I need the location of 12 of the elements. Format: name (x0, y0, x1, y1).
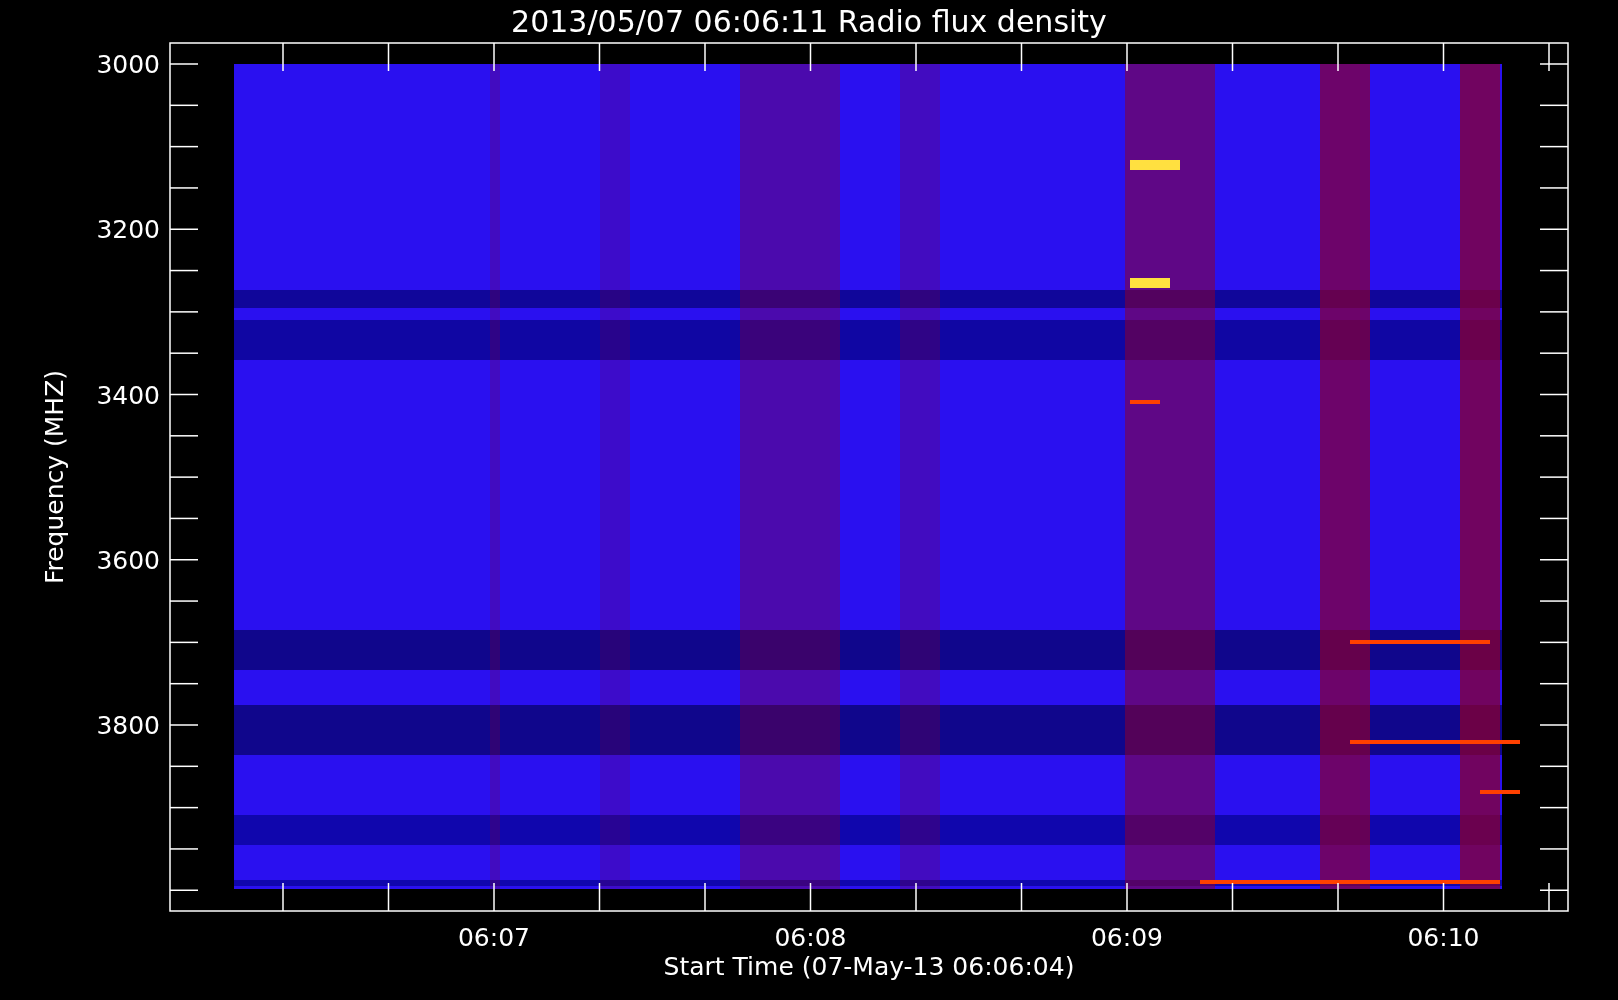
chart-title: 2013/05/07 06:06:11 Radio flux density (511, 4, 1107, 39)
x-tick-label: 06:07 (458, 923, 530, 952)
y-tick-label: 3600 (96, 545, 160, 575)
x-axis-title: Start Time (07-May-13 06:06:04) (663, 952, 1075, 981)
x-tick-label: 06:10 (1407, 923, 1480, 952)
y-axis-title: Frequency (MHZ) (40, 369, 69, 585)
x-tick-label: 06:09 (1091, 923, 1163, 952)
x-tick-label: 06:08 (774, 923, 847, 952)
y-tick-label: 3800 (96, 711, 160, 740)
y-tick-label: 3400 (96, 380, 160, 410)
y-tick-label: 3200 (96, 215, 160, 245)
y-tick-label: 3000 (96, 50, 160, 79)
